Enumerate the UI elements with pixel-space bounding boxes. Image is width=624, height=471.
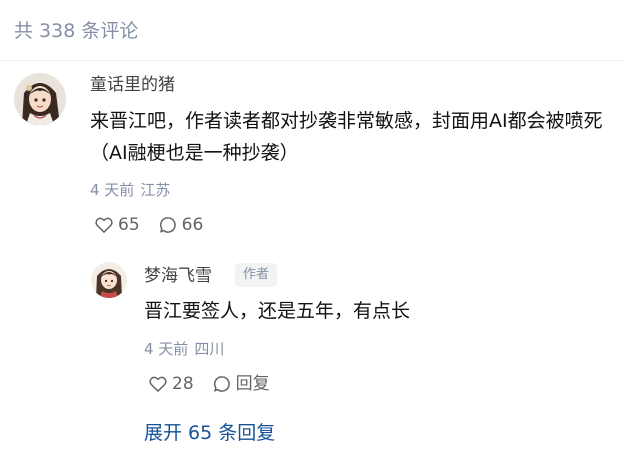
reply-like-button[interactable]: 28 bbox=[148, 372, 194, 396]
commenter-avatar[interactable] bbox=[14, 73, 66, 125]
illustrated-girl-avatar-icon bbox=[14, 73, 66, 125]
reply-meta: 4 天前 四川 bbox=[144, 338, 224, 360]
header-divider bbox=[0, 60, 624, 61]
reply-location: 四川 bbox=[194, 340, 225, 358]
illustrated-girl-avatar-icon bbox=[91, 262, 127, 298]
heart-icon bbox=[95, 217, 113, 233]
comment-content: 来晋江吧，作者读者都对抄袭非常敏感，封面用AI都会被喷死（AI融梗也是一种抄袭） bbox=[90, 110, 603, 164]
reply-author-avatar[interactable] bbox=[91, 262, 127, 298]
comment-meta: 4 天前 江苏 bbox=[90, 179, 170, 201]
comment-bubble-icon bbox=[159, 217, 176, 233]
reply-content: 晋江要签人，还是五年，有点长 bbox=[144, 300, 411, 322]
heart-icon bbox=[149, 376, 167, 392]
comment-count: 共 338 条评论 bbox=[14, 20, 139, 42]
reply-like-count: 28 bbox=[172, 374, 194, 394]
reply-button[interactable]: 回复 bbox=[212, 372, 270, 396]
like-count: 65 bbox=[118, 215, 140, 235]
comment-bubble-icon bbox=[213, 376, 230, 392]
author-badge: 作者 bbox=[235, 263, 278, 287]
comment-location: 江苏 bbox=[140, 181, 171, 199]
comment-time: 4 天前 bbox=[90, 181, 135, 199]
commenter-name[interactable]: 童话里的猪 bbox=[90, 73, 175, 97]
like-button[interactable]: 65 bbox=[94, 213, 140, 237]
reply-button-label: 回复 bbox=[235, 374, 270, 394]
reply-count: 66 bbox=[181, 215, 204, 235]
expand-replies-link[interactable]: 展开 65 条回复 bbox=[144, 420, 275, 446]
reply-actions: 28 回复 bbox=[148, 372, 270, 396]
reply-time: 4 天前 bbox=[144, 340, 189, 358]
reply-count-button[interactable]: 66 bbox=[158, 213, 204, 237]
reply-author-name[interactable]: 梦海飞雪 bbox=[144, 264, 212, 288]
comment-actions: 65 66 bbox=[94, 213, 203, 237]
